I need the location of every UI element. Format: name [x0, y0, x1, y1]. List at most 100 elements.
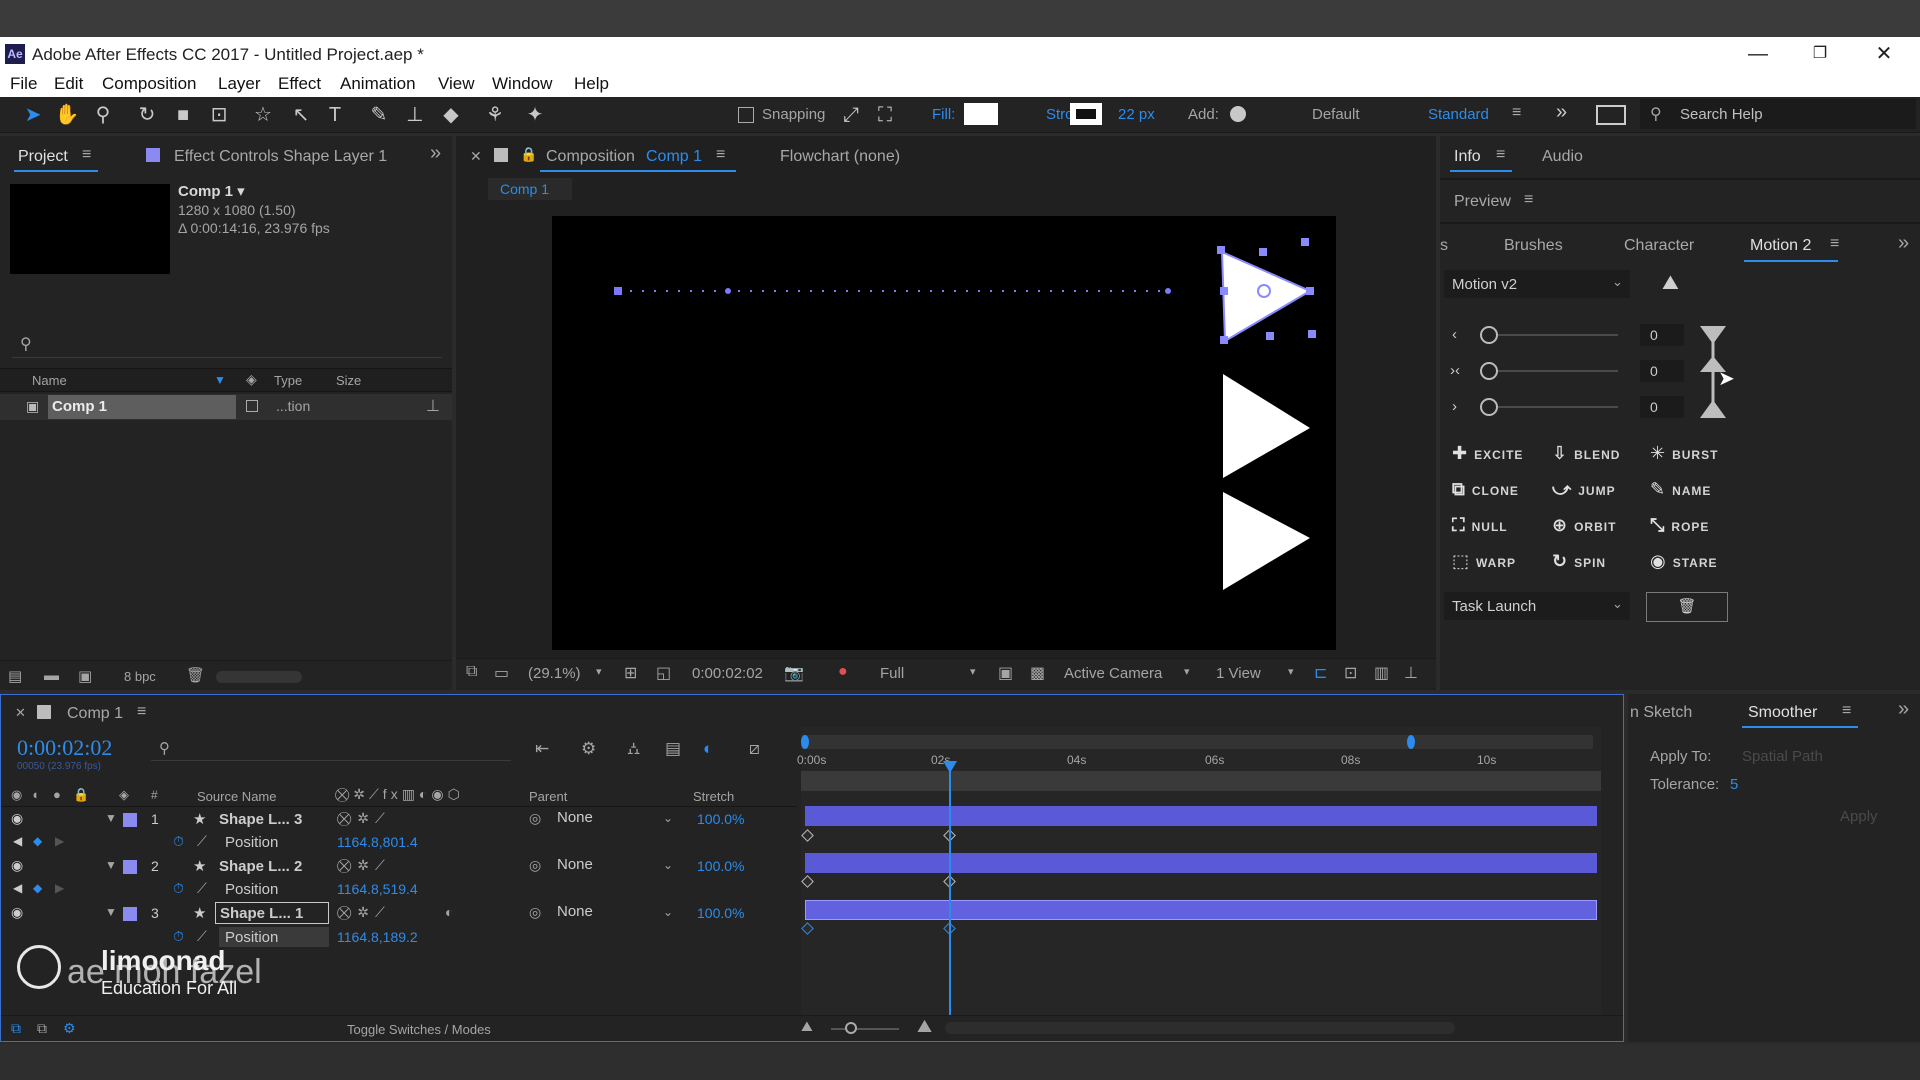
twirl-expanded-icon[interactable]: ▼: [105, 858, 117, 872]
layer-switches-pane-icon[interactable]: ⧉: [11, 1020, 21, 1037]
slider-ease-out-value[interactable]: 0: [1640, 396, 1684, 418]
tab-sketch[interactable]: n Sketch: [1630, 704, 1692, 722]
zoom-out-icon[interactable]: ⛰: [801, 1018, 813, 1035]
chevron-down-icon[interactable]: ▾: [1184, 665, 1190, 678]
timeline-icon[interactable]: ▥: [1374, 663, 1389, 683]
timeline-scrollbar[interactable]: [945, 1022, 1455, 1034]
parent-select[interactable]: None ⌄: [557, 856, 677, 876]
graph-icon[interactable]: ⟋: [197, 928, 207, 945]
layer-name[interactable]: Shape L... 3: [219, 811, 302, 828]
layer-switches[interactable]: ⛒✲⟋: [337, 904, 391, 921]
timeline-menu-icon[interactable]: ≡: [137, 703, 146, 721]
menu-view[interactable]: View: [438, 74, 475, 94]
search-help-input[interactable]: Search Help: [1680, 106, 1763, 123]
layer-stretch[interactable]: 100.0%: [697, 811, 744, 827]
layer-bar-1[interactable]: [805, 806, 1597, 826]
transparency-grid-icon[interactable]: ▩: [1030, 663, 1045, 683]
motion-version-select[interactable]: Motion v2 ⌄: [1444, 270, 1630, 298]
info-menu-icon[interactable]: ≡: [1496, 146, 1505, 164]
more-workspaces-icon[interactable]: »: [1556, 101, 1567, 124]
workspace-toggle-icon[interactable]: [1596, 105, 1626, 125]
roto-brush-tool-icon[interactable]: ⚘: [482, 102, 508, 128]
add-keyframe-icon[interactable]: ◆: [33, 881, 42, 895]
visibility-eye-icon[interactable]: ◉: [11, 857, 23, 874]
stroke-width-value[interactable]: 22 px: [1118, 106, 1155, 123]
tab-smoother[interactable]: Smoother: [1748, 704, 1817, 722]
menu-effect[interactable]: Effect: [278, 74, 321, 94]
parent-pickwhip-icon[interactable]: ◎: [529, 857, 541, 874]
tab-character[interactable]: Character: [1624, 237, 1694, 255]
parent-select[interactable]: None ⌄: [557, 809, 677, 829]
visibility-eye-icon[interactable]: ◉: [11, 810, 23, 827]
parent-pickwhip-icon[interactable]: ◎: [529, 810, 541, 827]
smoother-menu-icon[interactable]: ≡: [1842, 702, 1851, 720]
current-time-indicator[interactable]: [943, 761, 957, 1019]
region-of-interest-icon[interactable]: ▣: [998, 663, 1013, 683]
next-keyframe-icon[interactable]: ▶: [55, 881, 64, 895]
timeline-current-time[interactable]: 0:00:02:02: [17, 735, 112, 761]
tab-timeline-comp[interactable]: Comp 1: [67, 705, 123, 723]
layer-label-color[interactable]: [123, 907, 137, 921]
snap-feature-icon[interactable]: ⤢: [838, 102, 864, 128]
star-tool-icon[interactable]: ☆: [250, 102, 276, 128]
tab-motion-2[interactable]: Motion 2: [1750, 237, 1811, 255]
tab-info[interactable]: Info: [1454, 148, 1481, 166]
spin-button[interactable]: ↻ SPIN: [1552, 551, 1606, 572]
color-channel-icon[interactable]: ●: [838, 663, 848, 681]
graph-icon[interactable]: ⟋: [197, 833, 207, 850]
col-size[interactable]: Size: [336, 373, 361, 388]
eye-icon[interactable]: ◉: [11, 787, 22, 803]
workspace-default[interactable]: Default: [1312, 106, 1360, 123]
stopwatch-icon[interactable]: ⏱: [173, 928, 184, 945]
zoom-dropdown[interactable]: (29.1%): [528, 665, 581, 682]
work-area-navigator[interactable]: [801, 735, 1593, 749]
menu-file[interactable]: File: [10, 74, 37, 94]
comp-mini-flowchart-icon[interactable]: ⇤: [535, 739, 549, 759]
in-out-pane-icon[interactable]: ⚙: [63, 1020, 76, 1037]
layer-bar-3[interactable]: [805, 900, 1597, 920]
audio-icon[interactable]: ◖: [31, 787, 39, 802]
chevron-down-icon[interactable]: ▾: [970, 665, 976, 678]
property-row-1[interactable]: ◀ ◆ ▶ ⏱ ⟋ Position 1164.8,801.4: [1, 831, 797, 854]
slider-ease-in[interactable]: [1480, 326, 1618, 344]
keyframe-1a[interactable]: [801, 829, 814, 842]
col-type[interactable]: Type: [274, 373, 302, 388]
keyframe-2a[interactable]: [801, 875, 814, 888]
zoom-tool-icon[interactable]: ⚲: [90, 102, 116, 128]
label-color-box[interactable]: [246, 400, 258, 412]
stare-button[interactable]: ◉ STARE: [1650, 551, 1718, 572]
parent-select[interactable]: None ⌄: [557, 903, 677, 923]
monitor-icon[interactable]: ▭: [494, 663, 509, 683]
lock-icon[interactable]: 🔒: [73, 787, 89, 803]
bit-depth-button[interactable]: 8 bpc: [124, 669, 156, 684]
trash-button[interactable]: 🗑: [1646, 592, 1728, 622]
puppet-tool-icon[interactable]: ✦: [522, 102, 548, 128]
interpret-footage-icon[interactable]: ▤: [8, 667, 22, 685]
tab-composition-prefix[interactable]: Composition: [546, 148, 635, 166]
apply-button[interactable]: Apply: [1840, 808, 1878, 825]
rotate-tool-icon[interactable]: ↻: [134, 102, 160, 128]
zoom-in-icon[interactable]: ⛰: [917, 1016, 932, 1037]
next-keyframe-icon[interactable]: ▶: [55, 834, 64, 848]
workspace-menu-icon[interactable]: ≡: [1512, 104, 1521, 122]
prev-keyframe-icon[interactable]: ◀: [13, 834, 22, 848]
graph-icon[interactable]: ⟋: [197, 880, 207, 897]
frame-blending-icon[interactable]: ▤: [665, 739, 681, 759]
preview-menu-icon[interactable]: ≡: [1524, 191, 1533, 209]
minimize-icon[interactable]: —: [1738, 41, 1778, 67]
motion-menu-icon[interactable]: ≡: [1830, 235, 1839, 253]
layer-row-1[interactable]: ◉ ▼ 1 ★ Shape L... 3 ⛒✲⟋ ◎ None ⌄ 100.0%: [1, 808, 797, 831]
comp-panel-menu-icon[interactable]: ≡: [716, 146, 725, 164]
panel-overflow-icon[interactable]: »: [1898, 698, 1909, 721]
tab-effect-controls[interactable]: Effect Controls Shape Layer 1: [174, 148, 387, 166]
workspace-standard[interactable]: Standard: [1428, 106, 1489, 123]
layer-stretch[interactable]: 100.0%: [697, 858, 744, 874]
property-value[interactable]: 1164.8,189.2: [337, 929, 418, 945]
sort-icon[interactable]: ▼: [214, 373, 226, 387]
draft-3d-icon[interactable]: ⚙: [581, 739, 596, 759]
toggle-pixel-aspect-icon[interactable]: ⊏: [1314, 663, 1327, 683]
tab-flowchart[interactable]: Flowchart (none): [780, 148, 900, 166]
mask-visibility-icon[interactable]: ◱: [656, 663, 671, 683]
fill-swatch[interactable]: [964, 103, 998, 125]
tolerance-value[interactable]: 5: [1730, 776, 1738, 793]
